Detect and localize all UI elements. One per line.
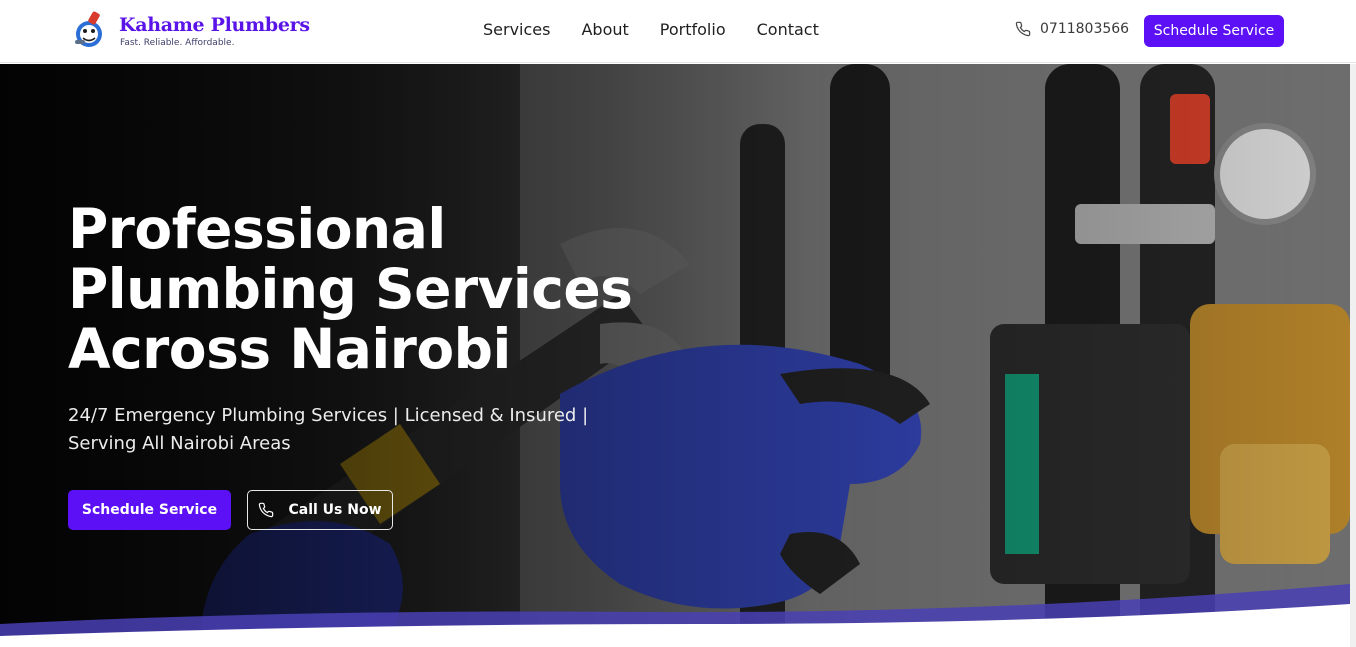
nav-portfolio[interactable]: Portfolio [660, 20, 726, 39]
phone-number: 0711803566 [1040, 21, 1130, 37]
call-us-now-label: Call Us Now [288, 502, 382, 518]
hero-title-line-1: Professional [68, 197, 446, 261]
hero-schedule-service-button[interactable]: Schedule Service [68, 490, 231, 530]
hero-subtitle-line-2: Serving All Nairobi Areas [68, 433, 291, 454]
phone-icon [259, 502, 274, 518]
scrollbar[interactable] [1350, 64, 1356, 647]
schedule-service-button[interactable]: Schedule Service [1144, 15, 1284, 47]
hero-section: Professional Plumbing Services Across Na… [0, 64, 1350, 647]
header-phone[interactable]: 0711803566 [1015, 21, 1129, 37]
hero-title-line-2: Plumbing Services [68, 257, 633, 321]
brand-name[interactable]: Kahame Plumbers [119, 14, 310, 36]
hero-subtitle-line-1: 24/7 Emergency Plumbing Services | Licen… [68, 405, 589, 426]
site-header: Kahame Plumbers Fast. Reliable. Affordab… [0, 0, 1356, 63]
nav-contact[interactable]: Contact [757, 20, 819, 39]
plumber-mascot-icon[interactable] [72, 10, 106, 50]
hero-title: Professional Plumbing Services Across Na… [68, 199, 688, 379]
call-us-now-button[interactable]: Call Us Now [247, 490, 393, 530]
nav-services[interactable]: Services [483, 20, 550, 39]
nav-about[interactable]: About [581, 20, 628, 39]
hero-title-line-3: Across Nairobi [68, 317, 511, 381]
main-nav: Services About Portfolio Contact [483, 20, 850, 39]
brand-tagline: Fast. Reliable. Affordable. [120, 38, 235, 48]
phone-icon [1015, 21, 1031, 37]
hero-subtitle: 24/7 Emergency Plumbing Services | Licen… [68, 402, 628, 458]
